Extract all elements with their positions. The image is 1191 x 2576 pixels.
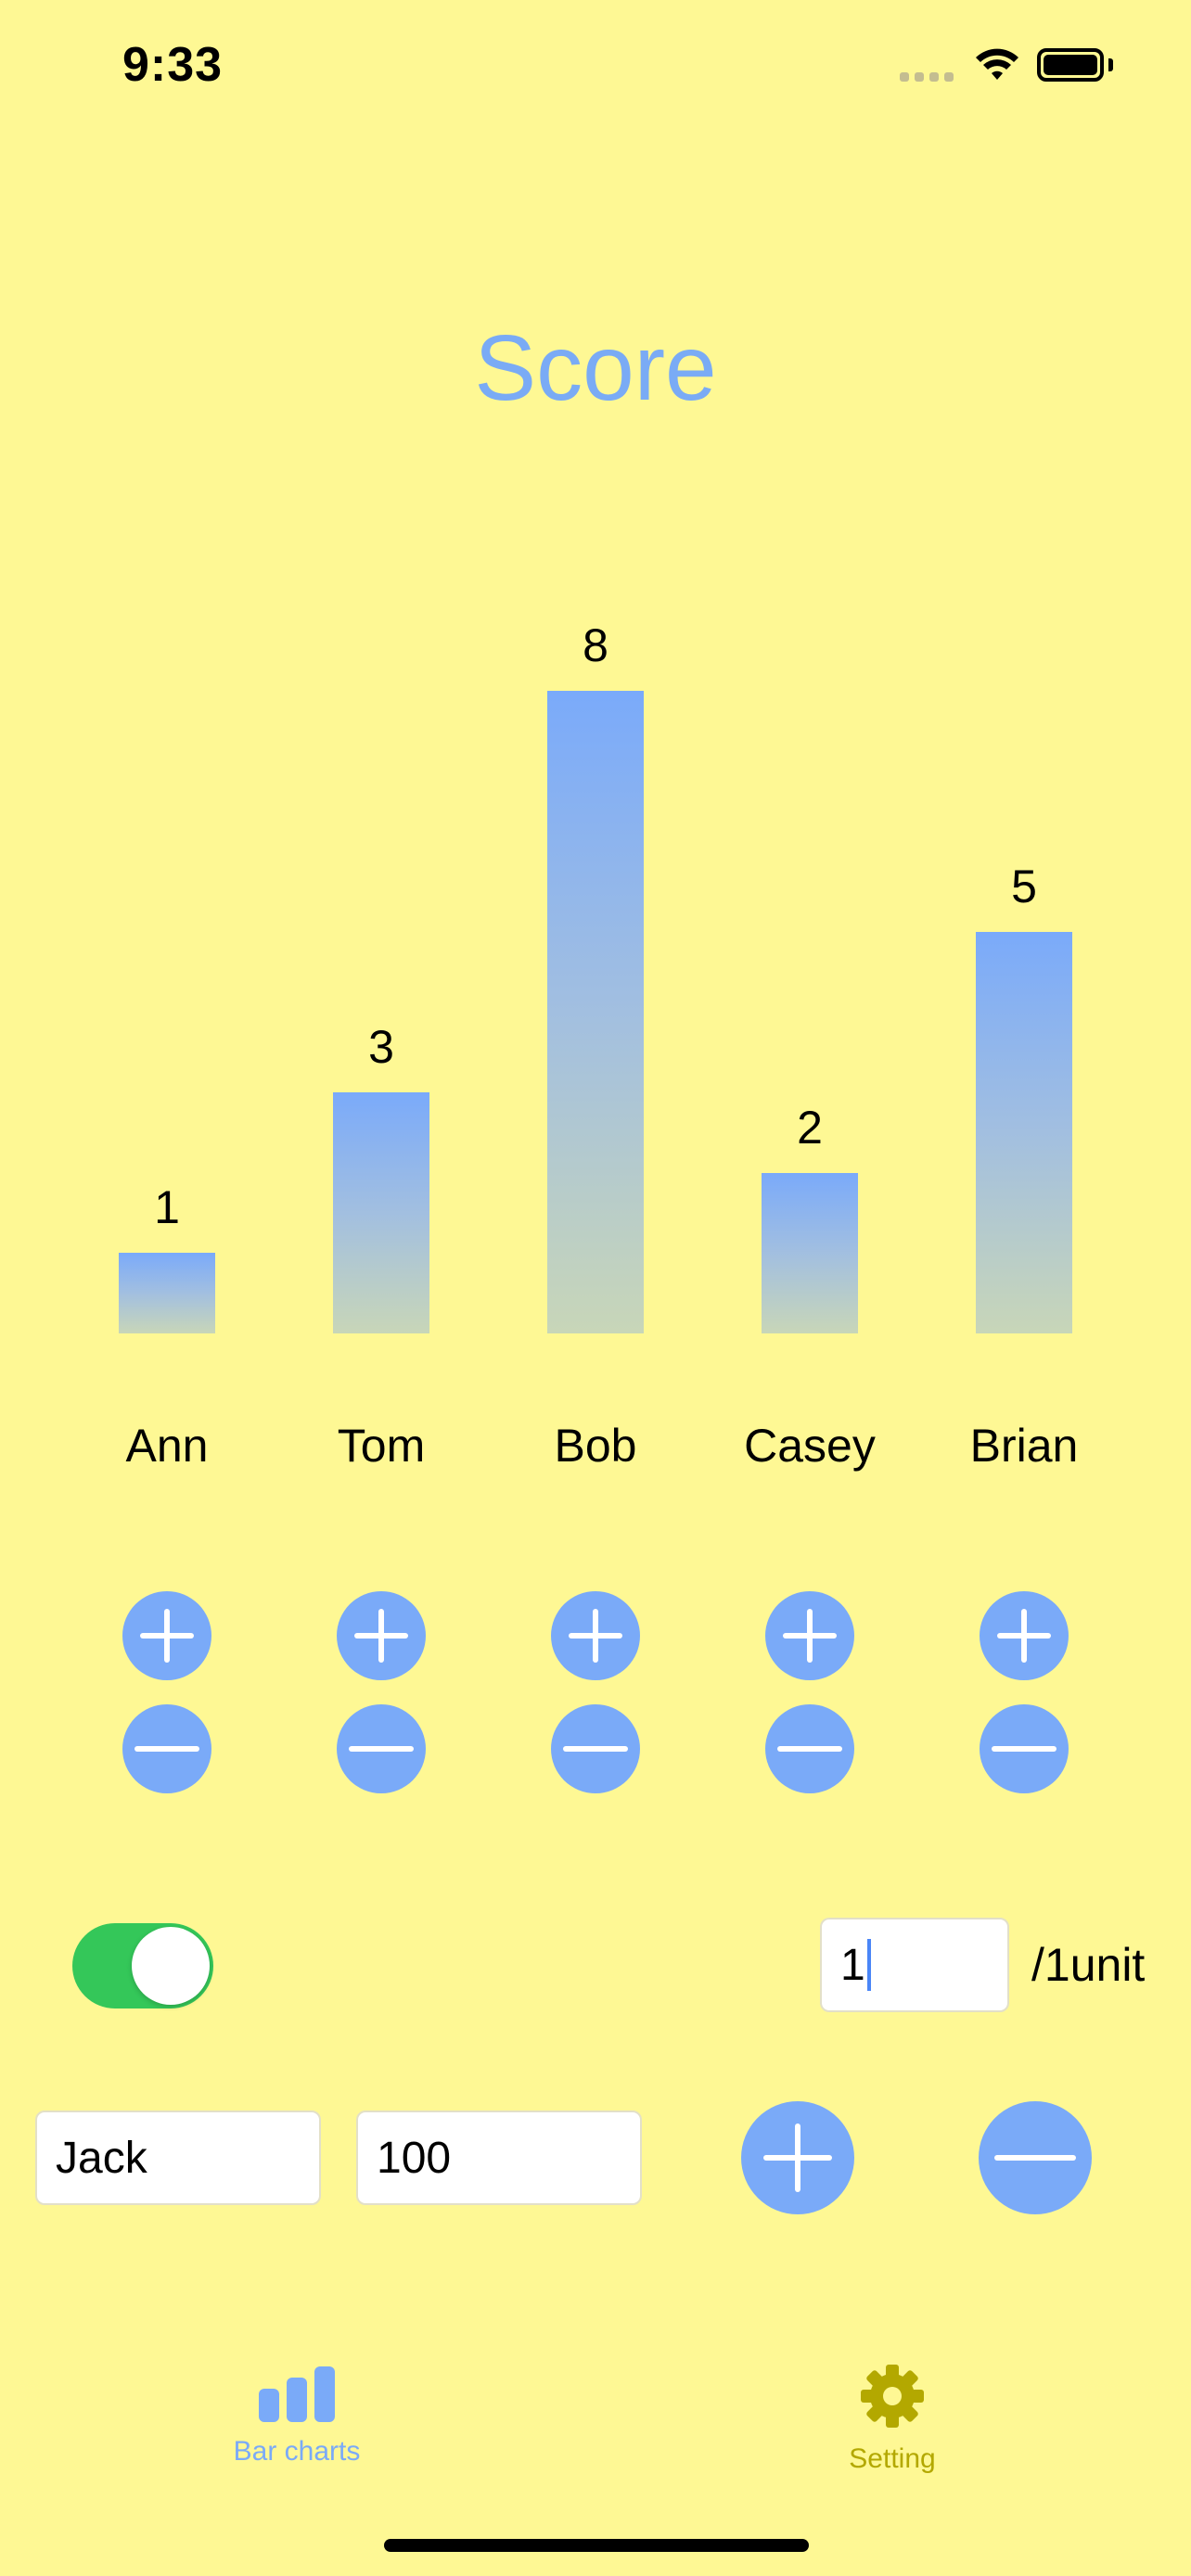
bar-chart-icon	[259, 2366, 335, 2422]
page-title: Score	[474, 316, 717, 420]
category-label-ann: Ann	[125, 1420, 209, 1472]
step-input-value: 1	[840, 1940, 865, 1990]
cellular-signal-icon	[900, 72, 954, 82]
bar-fill	[976, 932, 1072, 1333]
bar-tom: 3	[333, 556, 429, 1333]
bar-value-label: 2	[797, 1101, 823, 1154]
status-time: 9:33	[122, 38, 224, 92]
bar-ann: 1	[119, 556, 215, 1333]
gear-icon	[861, 2365, 924, 2428]
bar-fill	[547, 691, 644, 1333]
increment-bob-button[interactable]	[551, 1591, 640, 1680]
decrement-bob-button[interactable]	[551, 1704, 640, 1793]
step-input[interactable]: 1	[820, 1918, 1009, 2012]
remove-entry-button[interactable]	[979, 2101, 1092, 2214]
home-indicator	[384, 2539, 809, 2552]
increment-ann-button[interactable]	[122, 1591, 211, 1680]
add-entry-button[interactable]	[741, 2101, 854, 2214]
increment-casey-button[interactable]	[765, 1591, 854, 1680]
decrement-casey-button[interactable]	[765, 1704, 854, 1793]
tab-label-setting: Setting	[849, 2443, 936, 2474]
tab-setting[interactable]: Setting	[753, 2363, 1031, 2475]
decrement-brian-button[interactable]	[980, 1704, 1069, 1793]
tab-label-bar-charts: Bar charts	[233, 2436, 361, 2467]
battery-icon	[1037, 48, 1104, 82]
score-input[interactable]: 100	[356, 2111, 642, 2205]
category-label-brian: Brian	[969, 1420, 1079, 1472]
bar-chart: 1 3 8 2 5	[0, 556, 1191, 1372]
bar-fill	[762, 1172, 858, 1333]
decrement-ann-button[interactable]	[122, 1704, 211, 1793]
increment-tom-button[interactable]	[337, 1591, 426, 1680]
battery-tip	[1108, 58, 1113, 71]
bar-value-label: 8	[583, 619, 608, 672]
tab-bar-charts[interactable]: Bar charts	[158, 2363, 436, 2468]
category-label-bob: Bob	[554, 1420, 637, 1472]
bar-casey: 2	[762, 556, 858, 1333]
increment-brian-button[interactable]	[980, 1591, 1069, 1680]
name-input[interactable]: Jack	[35, 2111, 321, 2205]
toggle-knob	[132, 1927, 210, 2005]
text-caret	[866, 1939, 871, 1991]
bar-value-label: 5	[1011, 861, 1037, 912]
toggle-switch[interactable]	[72, 1923, 213, 2009]
category-label-tom: Tom	[337, 1420, 426, 1472]
unit-label: /1unit	[1031, 1939, 1146, 1991]
bar-fill	[333, 1092, 429, 1333]
decrement-tom-button[interactable]	[337, 1704, 426, 1793]
bar-value-label: 3	[368, 1021, 394, 1074]
bar-bob: 8	[547, 556, 644, 1333]
category-label-casey: Casey	[744, 1420, 876, 1472]
bar-fill	[119, 1253, 215, 1333]
bar-value-label: 1	[154, 1181, 180, 1234]
wifi-icon	[974, 45, 1020, 86]
bar-brian: 5	[976, 556, 1072, 1333]
